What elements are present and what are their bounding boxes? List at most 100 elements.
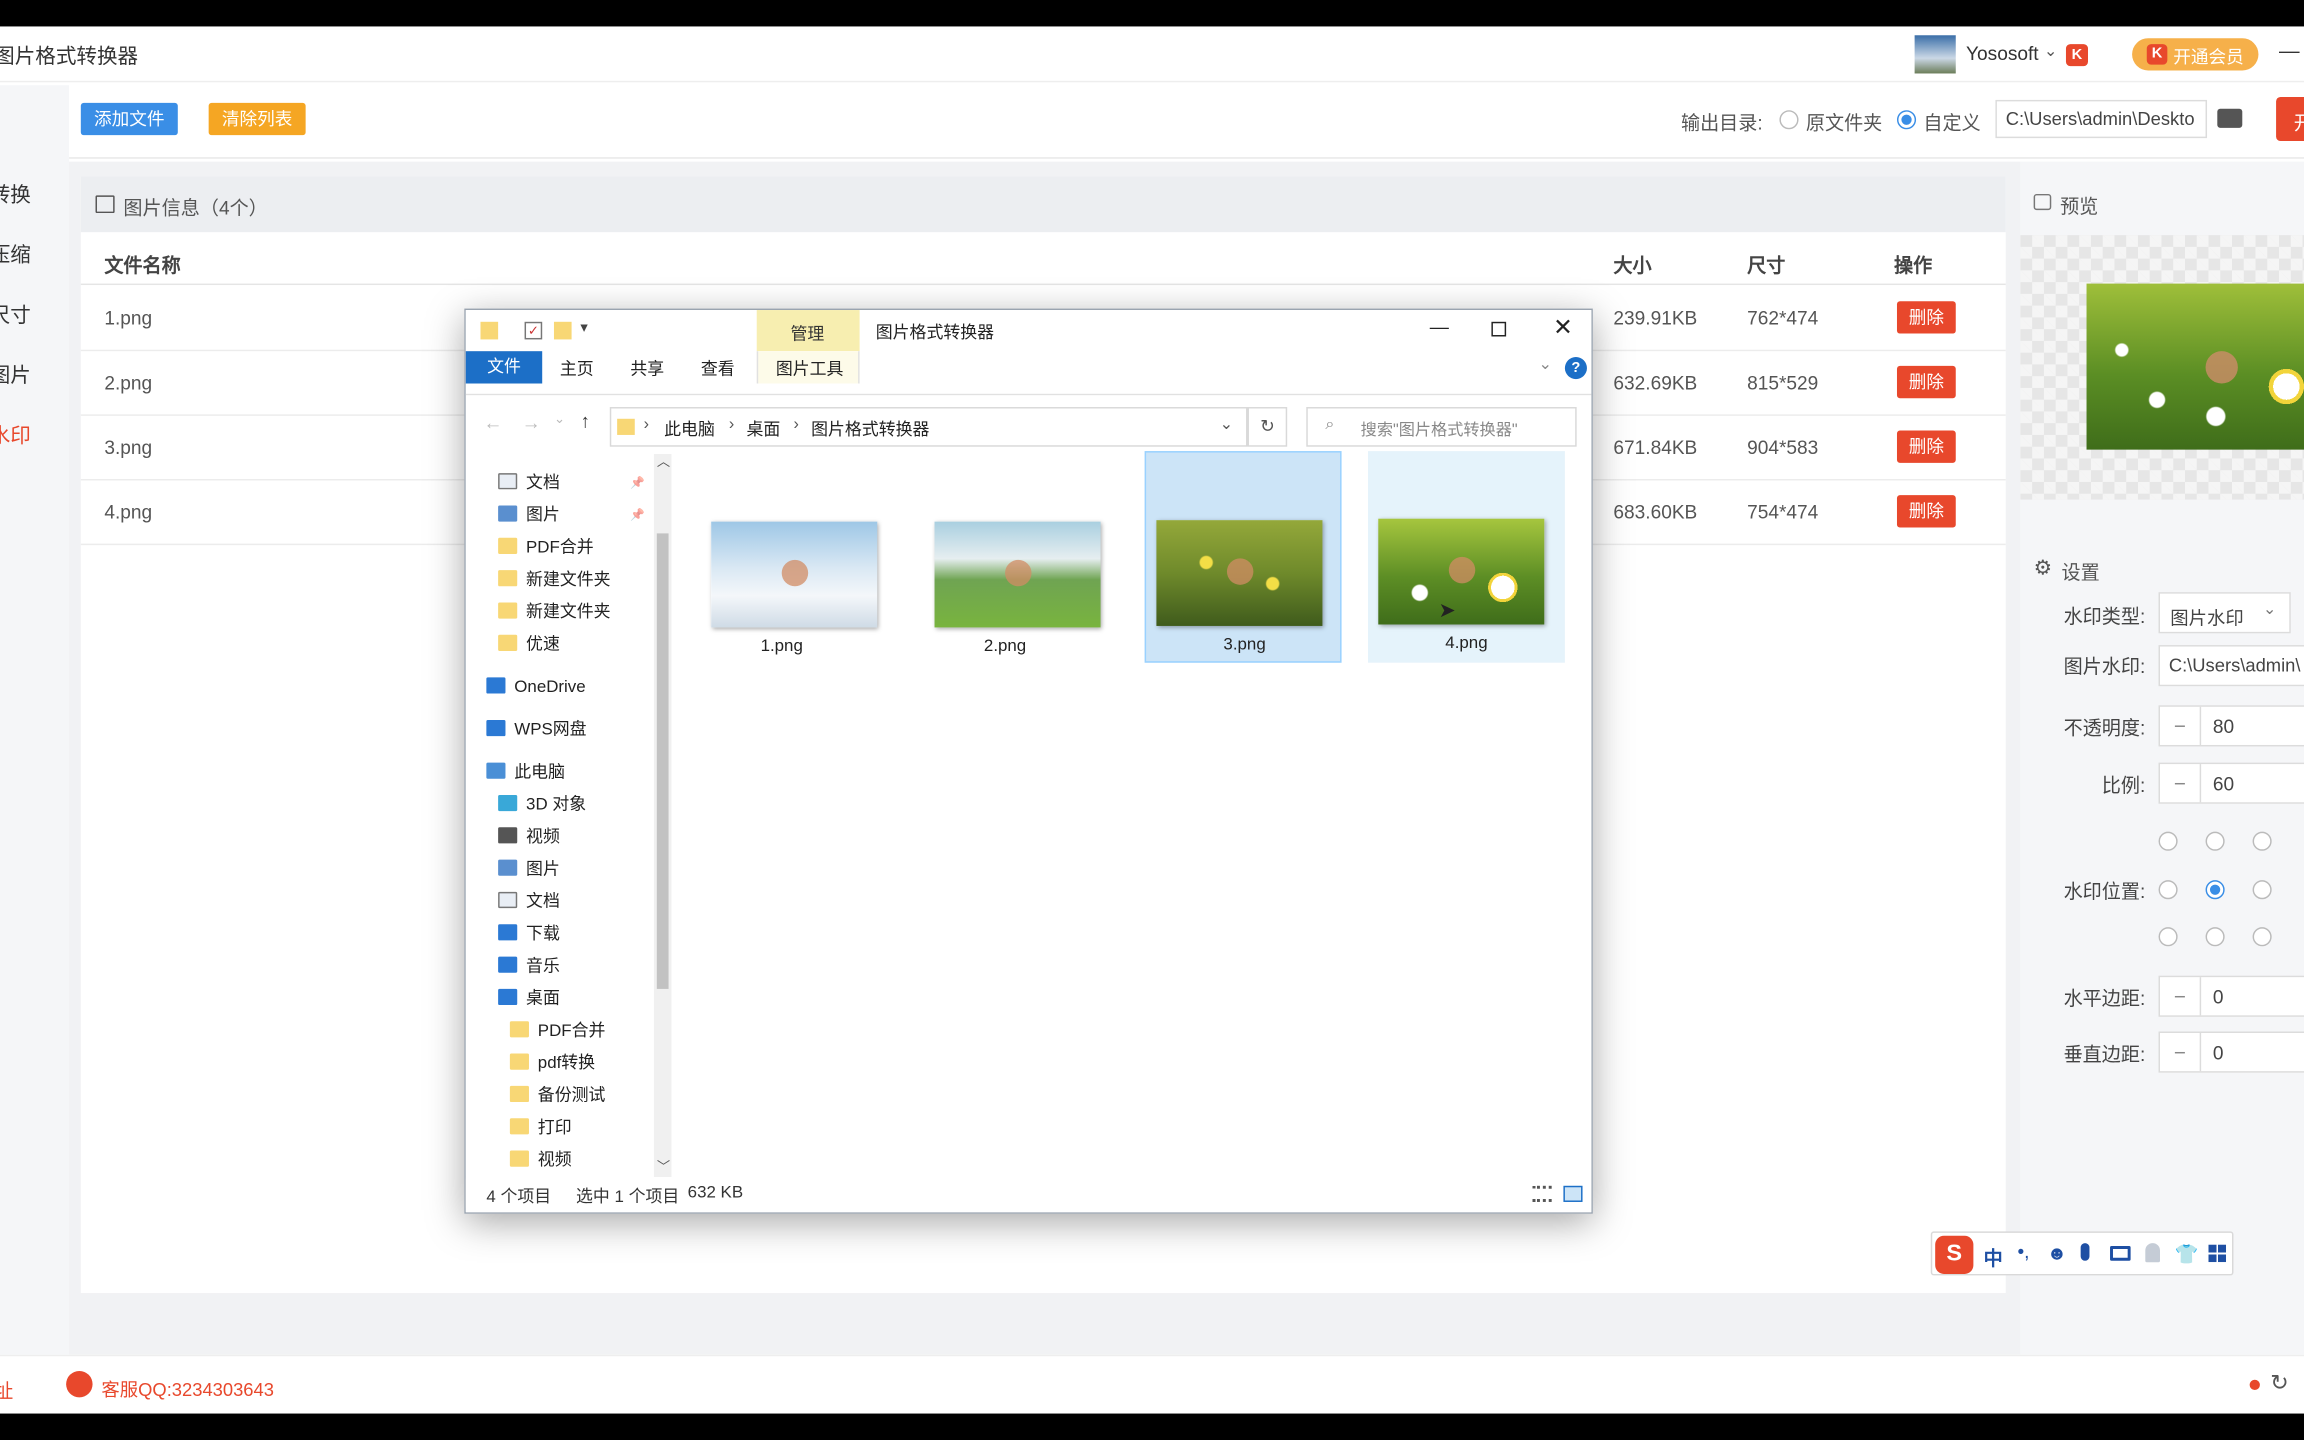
position-top-center[interactable] <box>2205 831 2225 851</box>
sidebar-item-convert[interactable]: 转换 <box>0 179 59 208</box>
nav-item[interactable]: OneDrive <box>486 673 586 702</box>
back-arrow-icon[interactable]: ← <box>483 411 502 433</box>
support-qq[interactable]: 客服QQ:3234303643 <box>101 1374 274 1402</box>
up-arrow-icon[interactable]: ↑ <box>580 410 590 432</box>
delete-button[interactable]: 删除 <box>1896 495 1956 528</box>
file-tile[interactable]: 1.png <box>683 454 880 663</box>
chevron-down-icon[interactable]: ⌄ <box>1220 414 1234 434</box>
delete-button[interactable]: 删除 <box>1896 430 1956 463</box>
footer-left-text[interactable]: 址 <box>0 1375 13 1403</box>
close-button[interactable]: ✕ <box>1553 313 1573 342</box>
sidebar-item-image[interactable]: 图片 <box>0 360 59 389</box>
breadcrumb-folder[interactable]: 图片格式转换器 <box>811 417 929 441</box>
scroll-down-icon[interactable]: ﹀ <box>657 1156 670 1175</box>
nav-item[interactable]: 桌面 <box>498 984 560 1013</box>
large-icons-view-icon[interactable] <box>1563 1185 1583 1202</box>
minimize-button[interactable]: — <box>1430 316 1449 338</box>
sidebar-item-size[interactable]: 尺寸 <box>0 300 59 329</box>
nav-item[interactable]: PDF合并 <box>498 533 594 562</box>
nav-item[interactable]: 文档 📌 <box>498 469 645 498</box>
details-view-icon[interactable] <box>1532 1185 1552 1202</box>
file-tile[interactable]: 3.png <box>1144 451 1342 663</box>
vmargin-stepper[interactable]: −0 <box>2158 1031 2304 1073</box>
maximize-button[interactable] <box>1491 321 1507 337</box>
position-bottom-center[interactable] <box>2205 927 2225 947</box>
refresh-button[interactable]: ↻ <box>1247 407 1288 447</box>
user-avatar[interactable] <box>1914 35 1956 74</box>
nav-item[interactable]: 此电脑 <box>486 758 565 787</box>
nav-item[interactable]: 下载 <box>498 920 560 949</box>
refresh-icon[interactable]: ↻ <box>2270 1369 2288 1396</box>
breadcrumb-desktop[interactable]: 桌面 <box>746 417 780 441</box>
address-bar[interactable]: › 此电脑 › 桌面 › 图片格式转换器 ⌄ <box>609 407 1248 447</box>
opacity-stepper[interactable]: −80 <box>2158 705 2304 747</box>
tab-home[interactable]: 主页 <box>560 357 594 381</box>
nav-item[interactable]: 图片 📌 <box>498 501 645 530</box>
ratio-stepper[interactable]: −60 <box>2158 762 2304 804</box>
tab-picture-tools[interactable]: 图片工具 <box>756 351 860 384</box>
breadcrumb-this-pc[interactable]: 此电脑 <box>664 417 715 441</box>
file-tile[interactable]: 4.png <box>1368 451 1565 663</box>
nav-item[interactable]: 新建文件夹 <box>498 566 611 595</box>
nav-item[interactable]: 图片 <box>498 855 560 884</box>
nav-item[interactable]: WPS网盘 <box>486 716 587 745</box>
delete-button[interactable]: 删除 <box>1896 301 1956 334</box>
search-input[interactable]: ⌕ 搜索"图片格式转换器" <box>1306 407 1577 447</box>
sidebar-item-watermark[interactable]: 水印 <box>0 420 59 449</box>
file-tile[interactable]: 2.png <box>907 454 1104 663</box>
chevron-down-icon[interactable]: ⌄ <box>2044 41 2058 61</box>
quick-access-dropdown-icon[interactable]: ▾ <box>580 320 587 336</box>
position-top-right[interactable] <box>2252 831 2272 851</box>
help-icon[interactable]: ? <box>1564 357 1587 380</box>
position-middle-left[interactable] <box>2158 880 2178 900</box>
checkbox-icon[interactable]: ✓ <box>524 321 543 340</box>
tab-view[interactable]: 查看 <box>701 357 735 381</box>
scroll-up-icon[interactable]: ︿ <box>657 451 670 470</box>
manage-tab[interactable]: 管理 <box>756 310 860 352</box>
minus-button[interactable]: − <box>2160 1032 2202 1072</box>
hmargin-stepper[interactable]: −0 <box>2158 975 2304 1017</box>
image-watermark-input[interactable]: C:\Users\admin\ <box>2158 645 2304 687</box>
position-top-left[interactable] <box>2158 831 2178 851</box>
nav-item[interactable]: 备份测试 <box>509 1081 605 1110</box>
position-bottom-left[interactable] <box>2158 927 2178 947</box>
user-name[interactable]: Yososoft <box>1966 43 2039 65</box>
minus-button[interactable]: − <box>2160 706 2202 745</box>
folder-icon[interactable] <box>553 321 572 340</box>
recent-dropdown-icon[interactable]: ⌄ <box>554 411 565 427</box>
nav-item[interactable]: 视频 <box>498 823 560 852</box>
nav-item[interactable]: 视频 <box>509 1146 572 1175</box>
position-bottom-right[interactable] <box>2252 927 2272 947</box>
nav-item[interactable]: 优速 <box>498 630 560 659</box>
nav-item[interactable]: PDF合并 <box>509 1017 605 1046</box>
add-file-button[interactable]: 添加文件 <box>80 102 178 136</box>
watermark-type-select[interactable]: 图片水印 ⌄ <box>2158 592 2291 634</box>
nav-item[interactable]: 3D 对象 <box>498 791 586 820</box>
start-button[interactable]: 开 <box>2276 96 2304 142</box>
pin-icon[interactable]: 📌 <box>630 469 645 498</box>
nav-item[interactable]: 音乐 <box>498 952 560 981</box>
position-middle-right[interactable] <box>2252 880 2272 900</box>
ime-toolbar[interactable]: S 中 •, ☻ 👕 <box>1930 1231 2234 1276</box>
nav-item[interactable]: 打印 <box>509 1114 572 1143</box>
pin-icon[interactable]: 📌 <box>630 501 645 530</box>
chevron-down-icon[interactable]: ⌄ <box>1538 354 1552 374</box>
radio-source-folder[interactable] <box>1779 110 1799 130</box>
output-path-input[interactable]: C:\Users\admin\Deskto <box>1995 99 2208 139</box>
forward-arrow-icon[interactable]: → <box>522 411 541 433</box>
minus-button[interactable]: − <box>2160 764 2202 803</box>
tab-share[interactable]: 共享 <box>630 357 664 381</box>
radio-custom-folder[interactable] <box>1896 110 1917 130</box>
nav-item[interactable]: 新建文件夹 <box>498 598 611 627</box>
tab-file[interactable]: 文件 <box>465 351 543 384</box>
nav-scrollbar[interactable]: ︿ ﹀ <box>653 451 672 1177</box>
nav-item[interactable]: 文档 <box>498 888 560 917</box>
vip-button[interactable]: K 开通会员 <box>2132 38 2259 71</box>
minus-button[interactable]: − <box>2160 977 2202 1016</box>
position-middle-center[interactable] <box>2205 880 2225 900</box>
delete-button[interactable]: 删除 <box>1896 365 1956 399</box>
folder-icon[interactable] <box>2217 108 2243 128</box>
clear-list-button[interactable]: 清除列表 <box>208 102 306 136</box>
sidebar-item-compress[interactable]: 压缩 <box>0 240 59 269</box>
scroll-thumb[interactable] <box>656 533 669 989</box>
